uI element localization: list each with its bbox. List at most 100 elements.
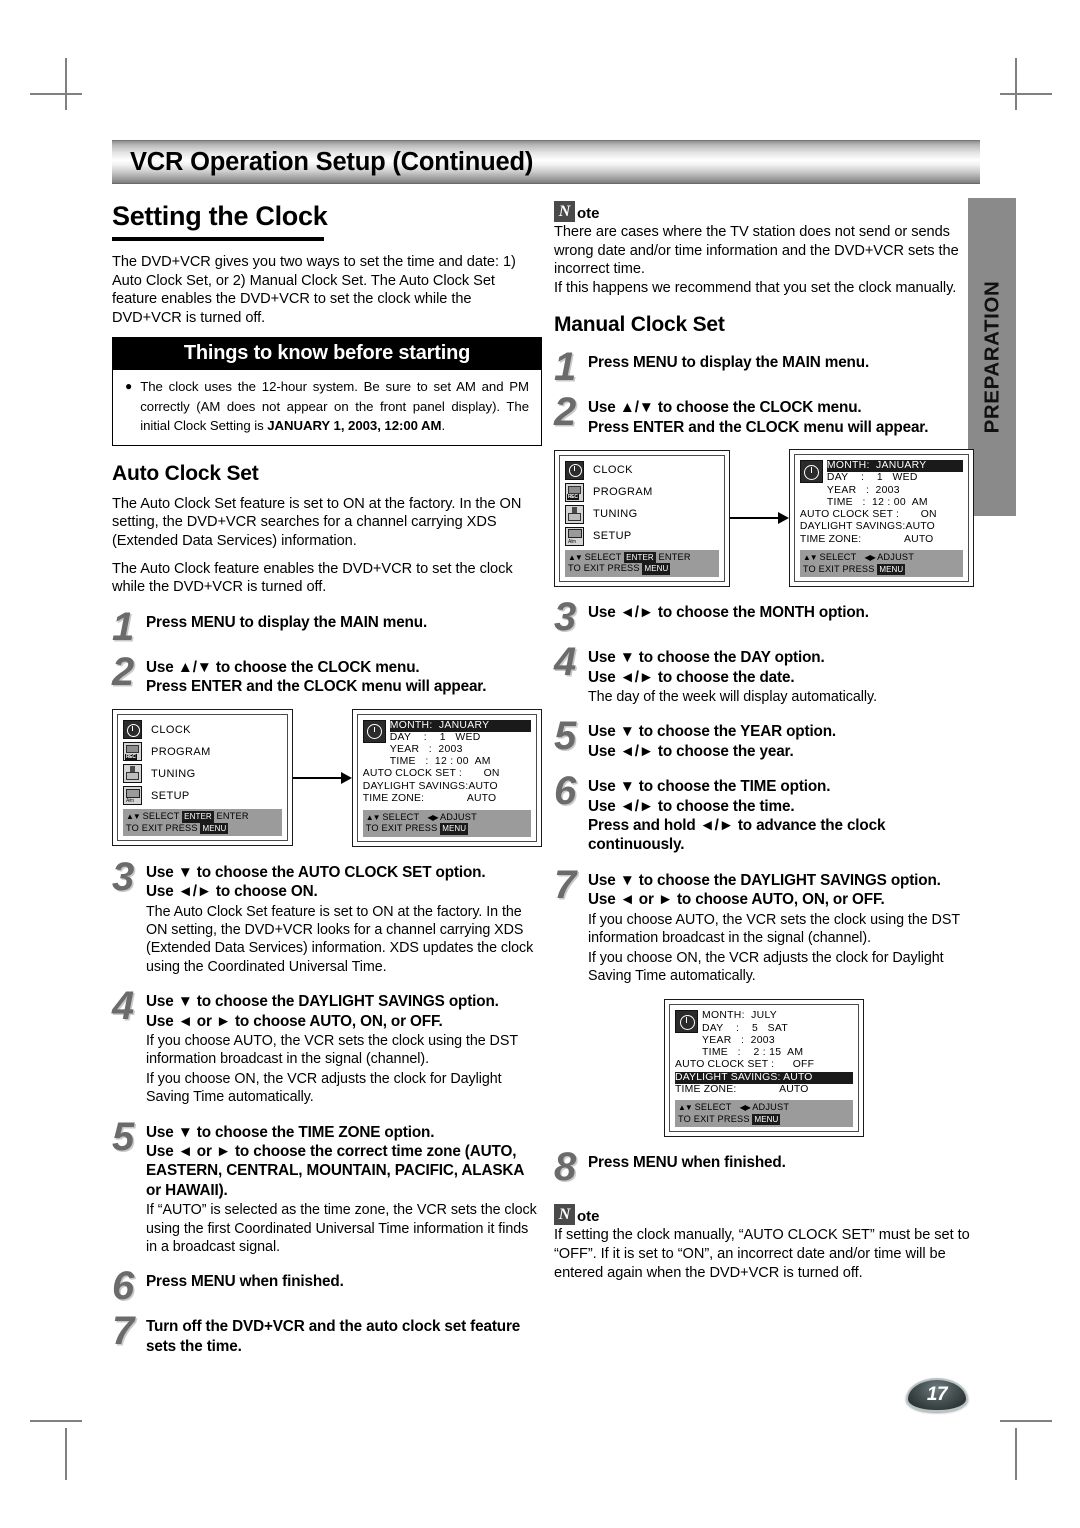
osd-menu-row[interactable]: SETUP: [123, 786, 282, 806]
note-top-body: There are cases where the TV station doe…: [554, 223, 974, 297]
updown-arrow-icon: ▲▼: [678, 1103, 693, 1113]
step-number: 5: [554, 714, 577, 759]
step-note-line: If “AUTO” is selected as the time zone, …: [146, 1202, 537, 1255]
auto-clock-set-heading: Auto Clock Set: [112, 461, 259, 485]
osd-clock-menu-auto: MONTH: JANUARY DAY : 1 WED YEAR : 2003 TIME…: [351, 708, 542, 847]
osd-clock-rows-b: MONTH: JANUARY DAY : 1 WED YEAR : 2003 TIME…: [826, 460, 963, 509]
page-number-label: 17: [926, 1384, 948, 1405]
osd-clock-row[interactable]: TIME : 12 : 00 AM: [390, 756, 531, 768]
osd-clock-row[interactable]: MONTH: JANUARY: [826, 460, 963, 473]
osd-menu-row[interactable]: PROGRAM: [123, 742, 282, 762]
left-steps-group-a: 1 Press MENU to display the MAIN menu. 2 Us…: [112, 607, 542, 697]
right-column: N ote There are cases where the TV stati…: [554, 201, 974, 1356]
step-number: 7: [112, 1309, 135, 1354]
step-bold-line: Use ▼ to choose the TIME ZONE option.: [146, 1123, 435, 1141]
chapter-header-bar: VCR Operation Setup (Continued): [112, 140, 980, 184]
osd-clock-row[interactable]: YEAR : 2003: [702, 1035, 853, 1047]
osd-enter-key-a: ENTER: [182, 811, 214, 823]
osd-clock-row[interactable]: DAYLIGHT SAVINGS:AUTO: [363, 781, 531, 793]
osd-exit-label-a: TO EXIT PRESS: [126, 822, 198, 833]
osd-select-label-b: SELECT: [382, 811, 420, 822]
step-item: 7 Turn off the DVD+VCR and the auto clock…: [112, 1309, 542, 1356]
osd-clock-row[interactable]: AUTO CLOCK SET : OFF: [675, 1059, 853, 1071]
osd-clock-row[interactable]: DAYLIGHT SAVINGS: AUTO: [675, 1071, 853, 1084]
step-number: 2: [554, 390, 577, 435]
osd-clock-menu-manual-top: MONTH: JANUARY DAY : 1 WED YEAR : 2003 TIME…: [788, 449, 974, 588]
step-bold-line: Use ◄/► to choose the date.: [588, 668, 795, 686]
osd-select-label-a: SELECT: [142, 811, 180, 822]
osd-menu-row[interactable]: CLOCK: [123, 720, 282, 740]
osd-clock-row[interactable]: DAY : 1 WED: [390, 732, 531, 744]
osd-menu-row[interactable]: SETUP: [565, 526, 719, 546]
osd-clock-row[interactable]: TIME ZONE: AUTO: [800, 534, 963, 546]
osd-clock-row[interactable]: DAY : 5 SAT: [702, 1023, 853, 1035]
step-bold-line: Use ▼ to choose the DAYLIGHT SAVINGS opt…: [146, 993, 499, 1011]
step-body: Press MENU to display the MAIN menu.: [588, 351, 974, 382]
preparation-side-tab-label: PREPARATION: [980, 280, 1004, 434]
auto-clock-paragraph-2: The Auto Clock feature enables the DVD+V…: [112, 560, 513, 596]
osd-clock-row[interactable]: TIME ZONE: AUTO: [363, 793, 531, 805]
step-note-line: The day of the week will display automat…: [588, 689, 878, 706]
clock-icon: [799, 460, 823, 484]
osd-menu-label: PROGRAM: [151, 745, 211, 758]
osd-menu-row[interactable]: TUNING: [565, 504, 719, 524]
step-number: 5: [112, 1114, 135, 1159]
step-number: 2: [112, 649, 135, 694]
osd-clock-row[interactable]: TIME : 12 : 00 AM: [827, 497, 963, 509]
osd-clock-row[interactable]: DAY : 1 WED: [827, 472, 963, 484]
osd-menu-label: CLOCK: [593, 464, 633, 477]
osd-adjust-label-d: ADJUST: [877, 552, 915, 563]
osd-clock-row[interactable]: YEAR : 2003: [390, 744, 531, 756]
osd-clock-row[interactable]: TIME : 2 : 15 AM: [702, 1047, 853, 1059]
crop-mark-top-right-v: [1015, 58, 1017, 110]
osd-exit-label-c: TO EXIT PRESS: [568, 563, 640, 574]
step-body: Use ▲/▼ to choose the CLOCK menu. Press E…: [146, 656, 542, 697]
step-bold-line: Use ◄/► to choose the MONTH option.: [588, 604, 869, 622]
things-to-know-body: ● The clock uses the 12-hour system. Be …: [113, 370, 541, 445]
osd-clock-row[interactable]: TIME ZONE: AUTO: [675, 1084, 853, 1096]
note-n-icon: N: [554, 201, 575, 222]
osd-clock-row[interactable]: AUTO CLOCK SET : ON: [800, 509, 963, 521]
osd-menu-row[interactable]: CLOCK: [565, 460, 719, 480]
tuning-icon: [565, 504, 584, 524]
tuning-icon: [123, 764, 142, 784]
intro-paragraph: The DVD+VCR gives you two ways to set th…: [112, 254, 516, 326]
osd-menu-label: SETUP: [151, 789, 190, 802]
step-body: Use ◄/► to choose the MONTH option.: [588, 601, 974, 632]
osd-menu-key-c: MENU: [642, 563, 671, 575]
page-title-underline: [112, 237, 324, 241]
step-bold-line: Use ▼ to choose the TIME option.: [588, 778, 831, 796]
osd-menu-label: SETUP: [593, 530, 632, 543]
crop-mark-top-right-h: [1000, 93, 1052, 95]
step-bold-line: Use ▲/▼ to choose the CLOCK menu.: [146, 658, 420, 676]
note-line: If setting the clock manually, “AUTO CLO…: [554, 1227, 970, 1281]
osd-clock-row[interactable]: MONTH: JULY: [702, 1010, 853, 1022]
note-n-icon: N: [554, 1204, 575, 1226]
osd-enter-label-a: ENTER: [216, 811, 249, 822]
two-column-layout: Setting the Clock The DVD+VCR gives you …: [112, 201, 980, 1356]
osd-main-menu-items-a: CLOCK PROGRAM TUNING SETUP: [123, 720, 282, 806]
osd-clock-row[interactable]: AUTO CLOCK SET : ON: [363, 768, 531, 780]
osd-menu-label: CLOCK: [151, 723, 191, 736]
osd-clock-row[interactable]: YEAR : 2003: [827, 485, 963, 497]
note-bottom-body: If setting the clock manually, “AUTO CLO…: [554, 1226, 974, 1282]
osd-flow-arrow-b: [729, 512, 789, 525]
step-body: Use ▲/▼ to choose the CLOCK menu. Press E…: [588, 396, 974, 437]
step-note-line: If you choose AUTO, the VCR sets the clo…: [146, 1032, 518, 1068]
note-bottom-header: N ote: [554, 1204, 974, 1226]
osd-menu-row[interactable]: TUNING: [123, 764, 282, 784]
step-note-line: If you choose AUTO, the VCR sets the clo…: [588, 911, 960, 947]
step-item: 4 Use ▼ to choose the DAY option. Use ◄/► …: [554, 642, 974, 706]
step-note-line: The Auto Clock Set feature is set to ON …: [146, 903, 534, 975]
step-note-line: If you choose ON, the VCR adjusts the cl…: [146, 1070, 502, 1106]
ttk-post: .: [441, 418, 446, 434]
osd-clock-row[interactable]: MONTH: JANUARY: [389, 719, 531, 732]
clock-icon: [362, 719, 386, 743]
step-bold-line: Press MENU when finished.: [146, 1273, 344, 1291]
things-to-know-heading: Things to know before starting: [113, 338, 541, 371]
osd-menu-row[interactable]: PROGRAM: [565, 482, 719, 502]
step-bold-line: Press and hold ◄/► to advance the clock …: [588, 817, 886, 854]
osd-clock-row[interactable]: DAYLIGHT SAVINGS:AUTO: [800, 521, 963, 533]
osd-exit-label-b: TO EXIT PRESS: [365, 823, 438, 834]
setup-icon: [565, 526, 584, 546]
